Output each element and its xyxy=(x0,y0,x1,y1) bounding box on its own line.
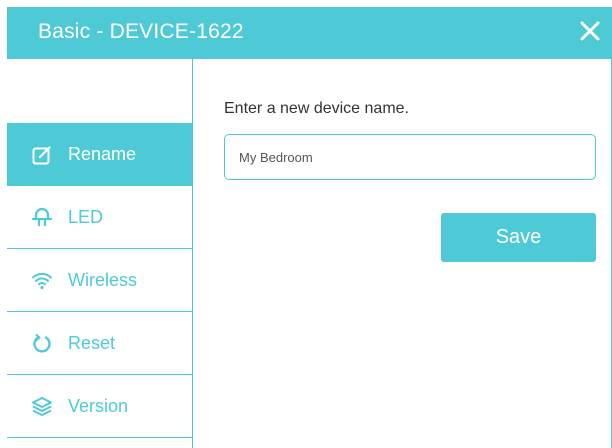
sidebar-item-led[interactable]: LED xyxy=(7,186,192,249)
edit-icon xyxy=(31,144,53,166)
lightbulb-icon xyxy=(31,206,53,228)
layers-icon xyxy=(31,395,53,417)
sidebar-item-label: Reset xyxy=(68,332,116,353)
title-bar: Basic - DEVICE-1622 xyxy=(7,7,612,59)
sidebar: Rename LED Wireless Reset Version xyxy=(7,59,193,448)
sidebar-item-label: Version xyxy=(68,395,129,416)
close-icon[interactable] xyxy=(578,19,602,43)
sidebar-item-version[interactable]: Version xyxy=(7,375,192,438)
rename-prompt: Enter a new device name. xyxy=(224,100,409,117)
save-button[interactable]: Save xyxy=(441,213,596,262)
reset-icon xyxy=(31,332,53,354)
sidebar-item-reset[interactable]: Reset xyxy=(7,312,192,375)
wifi-icon xyxy=(31,269,53,291)
device-name-input[interactable] xyxy=(224,134,596,180)
main-content: Enter a new device name. Save xyxy=(193,59,611,448)
sidebar-item-wireless[interactable]: Wireless xyxy=(7,249,192,312)
sidebar-item-label: LED xyxy=(68,206,104,227)
rename-dialog: Basic - DEVICE-1622 Rename LED Wireless … xyxy=(7,7,612,448)
sidebar-item-rename[interactable]: Rename xyxy=(7,123,192,186)
sidebar-item-label: Wireless xyxy=(68,269,138,290)
dialog-title: Basic - DEVICE-1622 xyxy=(38,20,244,43)
sidebar-item-label: Rename xyxy=(68,144,137,164)
